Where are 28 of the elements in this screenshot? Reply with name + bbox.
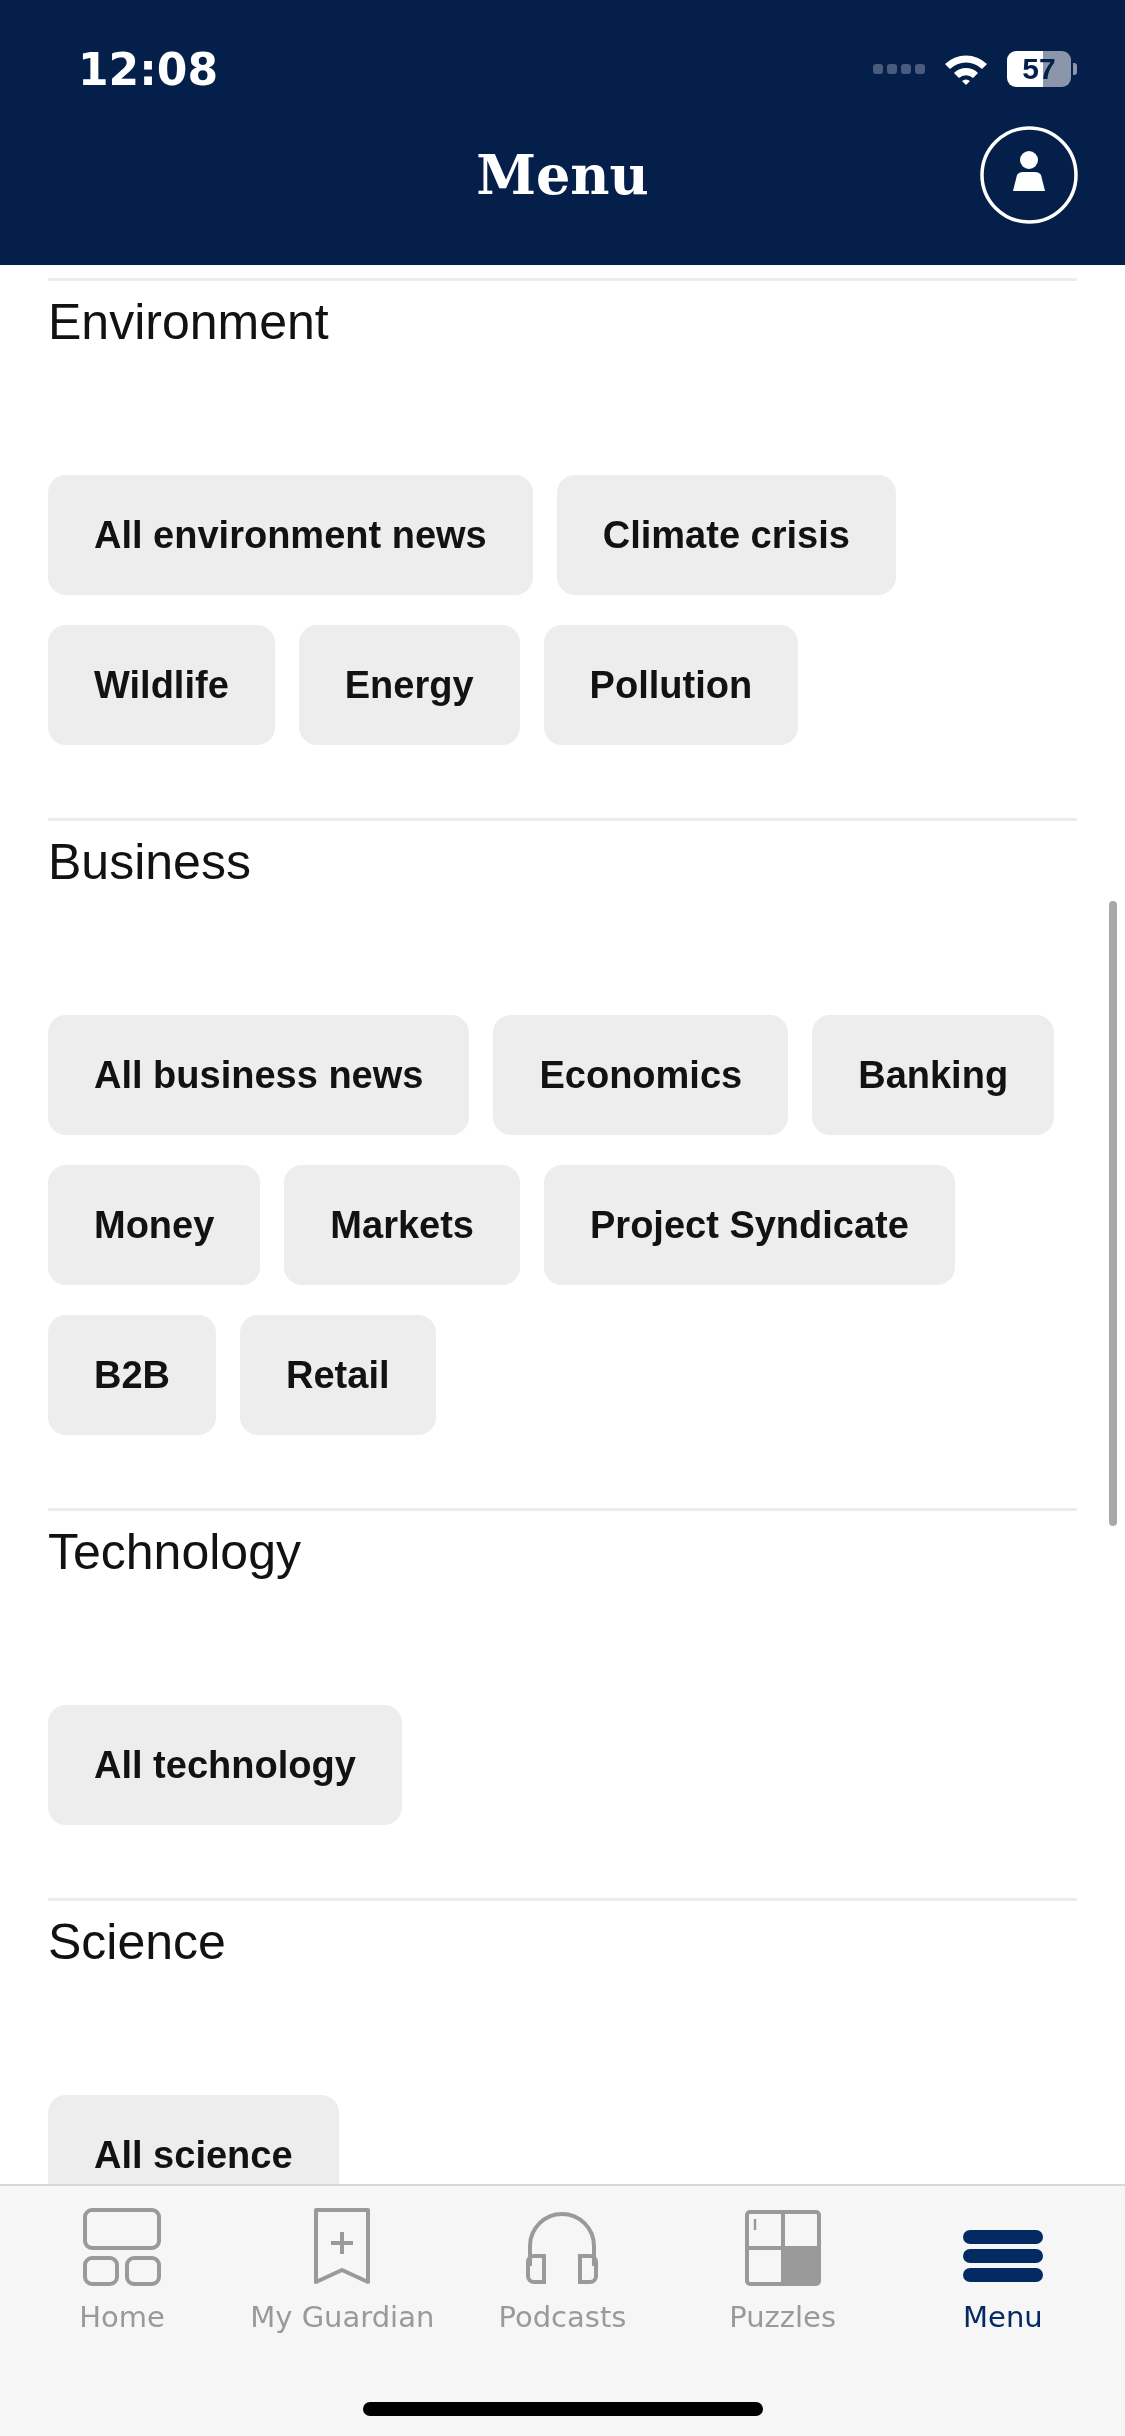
signal-icon <box>873 63 925 75</box>
topic-chip[interactable]: Energy <box>298 625 520 745</box>
topic-chip[interactable]: Wildlife <box>48 625 275 745</box>
topic-chip[interactable]: All business news <box>48 1015 470 1135</box>
topic-chip[interactable]: Money <box>48 1165 261 1285</box>
section-title: Technology <box>48 1523 302 1582</box>
topic-chip[interactable]: All technology <box>48 1705 402 1825</box>
topic-chip[interactable]: Pollution <box>543 625 799 745</box>
crossword-icon <box>744 2210 821 2286</box>
wifi-icon <box>943 52 989 86</box>
page-title: Menu <box>476 143 649 207</box>
topic-chip[interactable]: Climate crisis <box>556 475 896 595</box>
status-time: 12:08 <box>78 43 219 95</box>
tab-bar-item[interactable]: Menu <box>897 2204 1108 2334</box>
topic-chip[interactable]: Economics <box>493 1015 789 1135</box>
topic-chip[interactable]: Project Syndicate <box>544 1165 955 1285</box>
bookmark-icon <box>314 2208 371 2286</box>
section-title: Environment <box>48 293 330 352</box>
section-title: Science <box>48 1913 227 1972</box>
topic-chip[interactable]: Markets <box>284 1165 520 1285</box>
profile-icon[interactable] <box>979 125 1079 225</box>
topic-chip[interactable]: All environment news <box>48 475 533 595</box>
grid-icon <box>83 2208 162 2286</box>
section-title: Business <box>48 833 252 892</box>
topic-chip[interactable]: Banking <box>812 1015 1055 1135</box>
topic-chip[interactable]: Retail <box>240 1315 436 1435</box>
topic-chip[interactable]: B2B <box>48 1315 217 1435</box>
topic-chip[interactable]: All science <box>48 2095 339 2184</box>
